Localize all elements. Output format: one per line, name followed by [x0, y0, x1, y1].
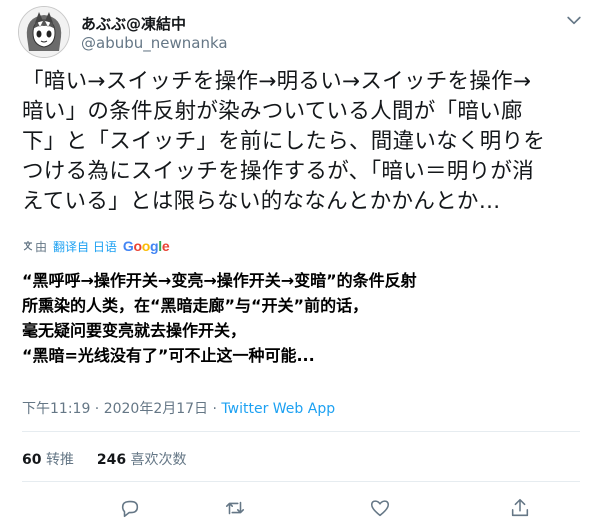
- translated-line: 毫无疑问要变亮就去操作开关，: [22, 321, 247, 340]
- divider: [22, 431, 580, 432]
- avatar[interactable]: [18, 6, 70, 58]
- display-name[interactable]: あぶぶ@凍結中: [81, 13, 186, 34]
- translate-icon: [22, 240, 34, 253]
- translation-label-prefix: 由: [35, 239, 48, 254]
- tweet-timestamp: 下午11:19 · 2020年2月17日 · Twitter Web App: [22, 398, 335, 418]
- translated-text: “黑呼呼→操作开关→变亮→操作开关→变暗”的条件反射 所熏染的人类，在“黑暗走廊…: [22, 268, 588, 368]
- google-logo: Google: [122, 238, 170, 254]
- retweets-stat[interactable]: 60 转推: [22, 452, 74, 468]
- likes-stat[interactable]: 246 喜欢次数: [97, 452, 187, 468]
- translated-line: “黑暗=光线没有了”可不止这一种可能...: [22, 346, 315, 365]
- action-bar: [0, 496, 602, 520]
- tweet-text: 「暗い→スイッチを操作→明るい→スイッチを操作→ 暗い」の条件反射が染みついてい…: [22, 69, 546, 214]
- translation-attribution: 由 翻译自 日语 Google: [22, 238, 170, 255]
- retweet-icon[interactable]: [223, 496, 247, 520]
- reply-icon[interactable]: [118, 496, 142, 520]
- translation-toggle-link[interactable]: 翻译自 日语: [53, 238, 117, 255]
- tweet-stats: 60 转推 246 喜欢次数: [22, 449, 187, 469]
- share-icon[interactable]: [508, 496, 532, 520]
- heart-icon[interactable]: [368, 496, 392, 520]
- chevron-down-icon[interactable]: [564, 10, 584, 30]
- source-app-link[interactable]: Twitter Web App: [221, 401, 335, 417]
- user-handle[interactable]: @abubu_newnanka: [81, 34, 228, 52]
- tweet-time[interactable]: 下午11:19 · 2020年2月17日 ·: [22, 401, 221, 417]
- translated-line: 所熏染的人类，在“黑暗走廊”与“开关”前的话，: [22, 296, 369, 315]
- divider: [22, 481, 580, 482]
- translated-line: “黑呼呼→操作开关→变亮→操作开关→变暗”的条件反射: [22, 271, 417, 290]
- anime-girl-avatar-icon: [19, 7, 69, 57]
